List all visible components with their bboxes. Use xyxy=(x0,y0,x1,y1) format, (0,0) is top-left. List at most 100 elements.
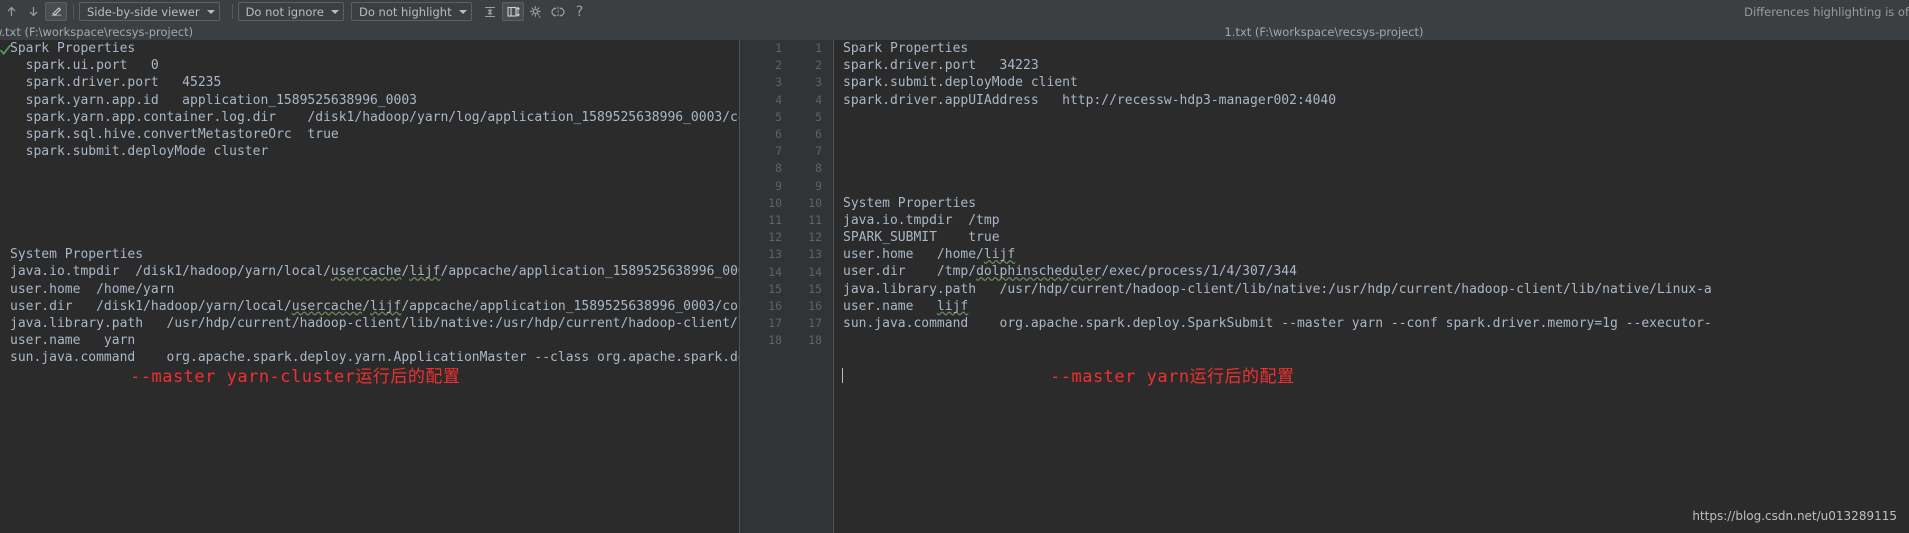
chevron-down-icon xyxy=(206,9,215,14)
line-number-left: 16 xyxy=(768,299,782,313)
left-file-header: w.txt (F:\workspace\recsys-project) xyxy=(0,23,739,40)
line-number-left: 7 xyxy=(775,144,782,159)
watermark: https://blog.csdn.net/u013289115 xyxy=(1692,509,1897,523)
viewer-mode-label: Side-by-side viewer xyxy=(87,4,200,19)
previous-difference-icon[interactable] xyxy=(0,2,22,21)
line-number-right: 4 xyxy=(815,92,822,107)
code-line: user.name lijf xyxy=(843,298,969,314)
line-number-right: 3 xyxy=(815,75,822,90)
line-number-left: 2 xyxy=(775,58,782,73)
code-line: spark.submit.deployMode client xyxy=(843,75,1078,91)
differences-highlighting-status: Differences highlighting is of xyxy=(1744,5,1909,19)
code-line: Spark Properties xyxy=(10,41,136,56)
code-line: java.library.path /usr/hdp/current/hadoo… xyxy=(10,316,739,331)
line-number-left: 12 xyxy=(768,230,782,245)
help-icon[interactable]: ? xyxy=(569,2,591,21)
code-line: java.library.path /usr/hdp/current/hadoo… xyxy=(843,281,1712,297)
line-number-left: 14 xyxy=(768,264,782,279)
left-annotation-text: --master yarn-cluster运行后的配置 xyxy=(130,367,461,387)
code-line: user.dir /tmp/dolphinscheduler/exec/proc… xyxy=(843,264,1297,280)
left-diff-pane[interactable]: Spark Properties spark.ui.port 0 spark.d… xyxy=(0,40,739,533)
chevron-down-icon xyxy=(458,9,467,14)
help-glyph: ? xyxy=(575,3,584,20)
settings-gear-icon[interactable] xyxy=(525,2,547,21)
line-number-right: 15 xyxy=(808,281,822,296)
line-number-right: 17 xyxy=(808,316,822,331)
code-line: user.home /home/lijf xyxy=(843,247,1016,263)
line-number-right: 7 xyxy=(815,144,822,159)
ignore-policy-label: Do not ignore xyxy=(245,4,324,19)
line-number-right: 1 xyxy=(815,41,822,55)
code-line: user.name yarn xyxy=(10,333,136,349)
code-line: spark.sql.hive.convertMetastoreOrc true xyxy=(10,126,339,142)
code-line: System Properties xyxy=(10,247,144,263)
line-number-left: 17 xyxy=(768,316,782,331)
code-line: user.dir /disk1/hadoop/yarn/local/userca… xyxy=(10,298,739,314)
right-file-header: 1.txt (F:\workspace\recsys-project) xyxy=(739,23,1909,40)
text-caret xyxy=(842,368,843,383)
code-line: System Properties xyxy=(843,195,977,211)
right-file-content: Spark Properties spark.driver.port 34223 s… xyxy=(843,40,1712,349)
left-file-title: w.txt (F:\workspace\recsys-project) xyxy=(0,24,194,39)
code-line: java.io.tmpdir /tmp xyxy=(843,212,1000,228)
line-number-left: 18 xyxy=(768,333,782,348)
line-number-right: 13 xyxy=(808,247,822,262)
viewer-mode-dropdown[interactable]: Side-by-side viewer xyxy=(79,2,220,21)
code-line: SPARK_SUBMIT true xyxy=(843,230,1000,246)
line-number-left: 5 xyxy=(775,109,782,124)
highlight-policy-dropdown[interactable]: Do not highlight xyxy=(350,2,472,21)
toolbar-separator xyxy=(73,4,74,19)
differences-highlighting-status-text: Differences highlighting is of xyxy=(1744,4,1909,19)
line-number-right: 2 xyxy=(815,58,822,73)
line-number-right: 10 xyxy=(808,195,822,210)
code-line: java.io.tmpdir /disk1/hadoop/yarn/local/… xyxy=(10,264,739,280)
line-number-left: 3 xyxy=(775,75,782,90)
code-line: spark.ui.port 0 xyxy=(10,58,159,74)
code-line: spark.submit.deployMode cluster xyxy=(10,144,269,160)
right-file-title: 1.txt (F:\workspace\recsys-project) xyxy=(1224,24,1424,39)
line-number-left: 15 xyxy=(768,281,782,296)
right-annotation-text: --master yarn运行后的配置 xyxy=(1050,367,1295,387)
code-line: spark.yarn.app.id application_1589525638… xyxy=(10,92,417,108)
line-number-left: 10 xyxy=(768,195,782,210)
code-line: spark.driver.port 34223 xyxy=(843,58,1039,74)
code-line: spark.yarn.app.container.log.dir /disk1/… xyxy=(25,109,739,125)
line-number-right: 5 xyxy=(815,109,822,124)
ignore-policy-dropdown[interactable]: Do not ignore xyxy=(237,2,344,21)
line-number-left: 8 xyxy=(775,161,782,176)
line-number-right: 18 xyxy=(808,333,822,348)
diff-toolbar: Side-by-side viewer Do not ignore Do not… xyxy=(0,0,1909,24)
line-number-left: 4 xyxy=(775,92,782,107)
line-number-left: 6 xyxy=(775,127,782,141)
line-number-right: 9 xyxy=(815,178,822,193)
code-line: Spark Properties xyxy=(843,41,969,56)
line-number-left: 13 xyxy=(768,247,782,262)
left-file-content: Spark Properties spark.ui.port 0 spark.d… xyxy=(10,40,739,367)
line-number-right: 11 xyxy=(808,213,822,227)
next-difference-icon[interactable] xyxy=(22,2,44,21)
right-diff-pane[interactable]: Spark Properties spark.driver.port 34223 s… xyxy=(740,40,1909,533)
column-width-icon[interactable] xyxy=(501,2,524,21)
line-number-right: 14 xyxy=(808,264,822,279)
toolbar-separator-2 xyxy=(231,4,233,19)
code-line: sun.java.command org.apache.spark.deploy… xyxy=(843,316,1712,331)
code-line: spark.driver.port 45235 xyxy=(10,75,222,91)
line-number-left: 11 xyxy=(768,213,782,227)
edit-pencil-icon[interactable] xyxy=(45,2,67,21)
compare-icon[interactable] xyxy=(547,2,569,21)
line-number-left: 1 xyxy=(775,41,782,55)
collapse-unchanged-fragments-icon[interactable] xyxy=(479,2,501,21)
line-number-right: 6 xyxy=(815,127,822,141)
line-number-right: 8 xyxy=(815,161,822,176)
line-number-right: 12 xyxy=(808,230,822,245)
code-line: spark.driver.appUIAddress http://recessw… xyxy=(843,92,1337,108)
